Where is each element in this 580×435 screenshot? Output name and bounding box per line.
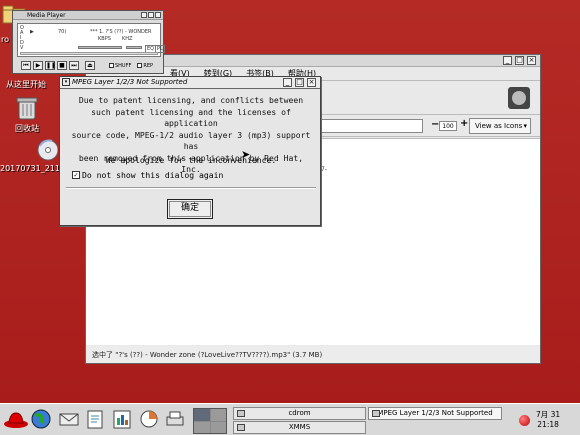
chevron-down-icon: ▾ xyxy=(523,122,527,130)
minimize-button[interactable] xyxy=(141,12,147,18)
message-line: Due to patent licensing, and conflicts b… xyxy=(78,95,304,105)
play-indicator: ▶ xyxy=(30,29,34,35)
presentation-icon[interactable] xyxy=(138,408,160,430)
seek-bar[interactable] xyxy=(20,52,158,55)
start-here-label[interactable]: 从这里开始 xyxy=(6,79,46,90)
redhat-menu-icon[interactable] xyxy=(3,407,29,429)
task-label: XMMS xyxy=(288,423,311,431)
task-label: cdrom xyxy=(288,409,311,417)
apology-text: We apologize for the inconvenience. xyxy=(105,155,277,165)
message-line: such patent licensing and the licenses o… xyxy=(91,106,291,129)
clock[interactable]: 7月 31 21:18 xyxy=(536,410,560,430)
checkbox-label[interactable]: Do not show this dialog again xyxy=(82,170,223,180)
next-icon[interactable]: ⏭ xyxy=(69,61,79,70)
previous-icon[interactable]: ⏮ xyxy=(21,61,31,70)
xmms-icon xyxy=(237,424,245,431)
volume-slider[interactable] xyxy=(78,46,122,49)
dialog-titlebar[interactable]: ▾ MPEG Layer 1/2/3 Not Supported _ □ × xyxy=(60,77,320,89)
workspace-pager[interactable] xyxy=(193,408,227,434)
task-xmms[interactable]: XMMS xyxy=(233,421,366,434)
dont-show-again-checkbox[interactable]: ✓ Do not show this dialog again xyxy=(72,170,223,180)
folder-icon xyxy=(237,410,245,417)
mouse-cursor-icon: ➤ xyxy=(241,148,251,161)
workspace-2[interactable] xyxy=(210,409,226,421)
balance-slider[interactable] xyxy=(126,46,142,49)
clock-time: 21:18 xyxy=(537,420,559,429)
shade-button[interactable] xyxy=(148,12,154,18)
spreadsheet-icon[interactable] xyxy=(111,408,133,430)
clock-date: 7月 31 xyxy=(536,410,561,419)
window-menu-icon[interactable]: ▾ xyxy=(62,78,70,86)
maximize-button[interactable]: □ xyxy=(515,56,524,65)
media-player-window: Media Player O A I D V ▶ 70) *** 1. ?'S … xyxy=(12,10,165,74)
bottom-panel: cdrom XMMS MPEG Layer 1/2/3 Not Supporte… xyxy=(0,403,580,435)
file-label[interactable]: 7- xyxy=(321,166,327,173)
web-browser-icon[interactable] xyxy=(30,408,52,430)
trash-icon[interactable]: 回收站 xyxy=(12,95,42,134)
home-label: ro xyxy=(1,35,10,44)
side-letters: O A I D V xyxy=(20,25,24,51)
location-input[interactable] xyxy=(321,119,423,133)
task-label: MPEG Layer 1/2/3 Not Supported xyxy=(377,409,493,417)
status-bar: 选中了 "?'s (??) - Wonder zone (?LoveLive??… xyxy=(86,346,540,363)
dialog-icon xyxy=(372,410,380,417)
message-line: source code, MPEG-1/2 audio layer 3 (mp3… xyxy=(71,129,311,152)
task-dialog[interactable]: MPEG Layer 1/2/3 Not Supported xyxy=(368,407,502,420)
view-as-label: View as Icons xyxy=(475,122,523,130)
stop-icon[interactable]: ■ xyxy=(57,61,67,70)
track-number: 70) xyxy=(58,29,67,35)
workspace-1[interactable] xyxy=(194,409,210,421)
pause-icon[interactable]: ❚❚ xyxy=(45,61,56,70)
dialog-title: MPEG Layer 1/2/3 Not Supported xyxy=(72,78,188,86)
player-options: SHUFF REP xyxy=(109,63,153,69)
play-icon[interactable]: ▶ xyxy=(33,61,43,70)
track-info: *** 1. ?'S (??) - WONDER xyxy=(90,29,152,35)
close-button[interactable]: × xyxy=(307,78,316,87)
close-button[interactable] xyxy=(155,12,161,18)
printer-icon[interactable] xyxy=(164,408,186,430)
email-icon[interactable] xyxy=(58,408,80,430)
writer-icon[interactable] xyxy=(84,408,106,430)
dialog-separator xyxy=(66,187,316,189)
repeat-toggle[interactable]: REP xyxy=(137,63,153,69)
media-player-titlebar[interactable]: Media Player xyxy=(13,11,163,20)
zoom-in-button[interactable]: + xyxy=(460,118,468,129)
media-player-display: O A I D V ▶ 70) *** 1. ?'S (??) - WONDER… xyxy=(17,23,165,57)
minimize-button[interactable]: _ xyxy=(283,78,292,87)
check-icon[interactable]: ✓ xyxy=(72,171,80,179)
shuffle-toggle[interactable]: SHUFF xyxy=(109,63,131,69)
mp3-not-supported-dialog: ▾ MPEG Layer 1/2/3 Not Supported _ □ × D… xyxy=(59,76,321,226)
desktop: ro 从这里开始 回收站 20170731_211205 _ □ × 看(V) … xyxy=(0,0,580,403)
zoom-level[interactable]: 100 xyxy=(439,121,457,131)
bitrate-label: KBPS xyxy=(98,36,111,42)
view-as-dropdown[interactable]: View as Icons ▾ xyxy=(469,118,531,134)
close-button[interactable]: × xyxy=(527,56,536,65)
throbber-icon xyxy=(508,87,530,109)
media-player-title: Media Player xyxy=(27,12,66,19)
update-alert-icon[interactable] xyxy=(519,415,530,426)
ok-button[interactable]: 确定 xyxy=(167,199,213,219)
trash-label: 回收站 xyxy=(15,124,39,133)
minimize-button[interactable]: _ xyxy=(503,56,512,65)
maximize-button[interactable]: □ xyxy=(295,78,304,87)
task-cdrom[interactable]: cdrom xyxy=(233,407,366,420)
eject-icon[interactable]: ⏏ xyxy=(85,61,95,70)
samplerate-label: KHZ xyxy=(122,36,133,42)
player-controls: ⏮ ▶ ❚❚ ■ ⏭ ⏏ xyxy=(21,61,95,70)
workspace-4[interactable] xyxy=(210,421,226,433)
workspace-3[interactable] xyxy=(194,421,210,433)
